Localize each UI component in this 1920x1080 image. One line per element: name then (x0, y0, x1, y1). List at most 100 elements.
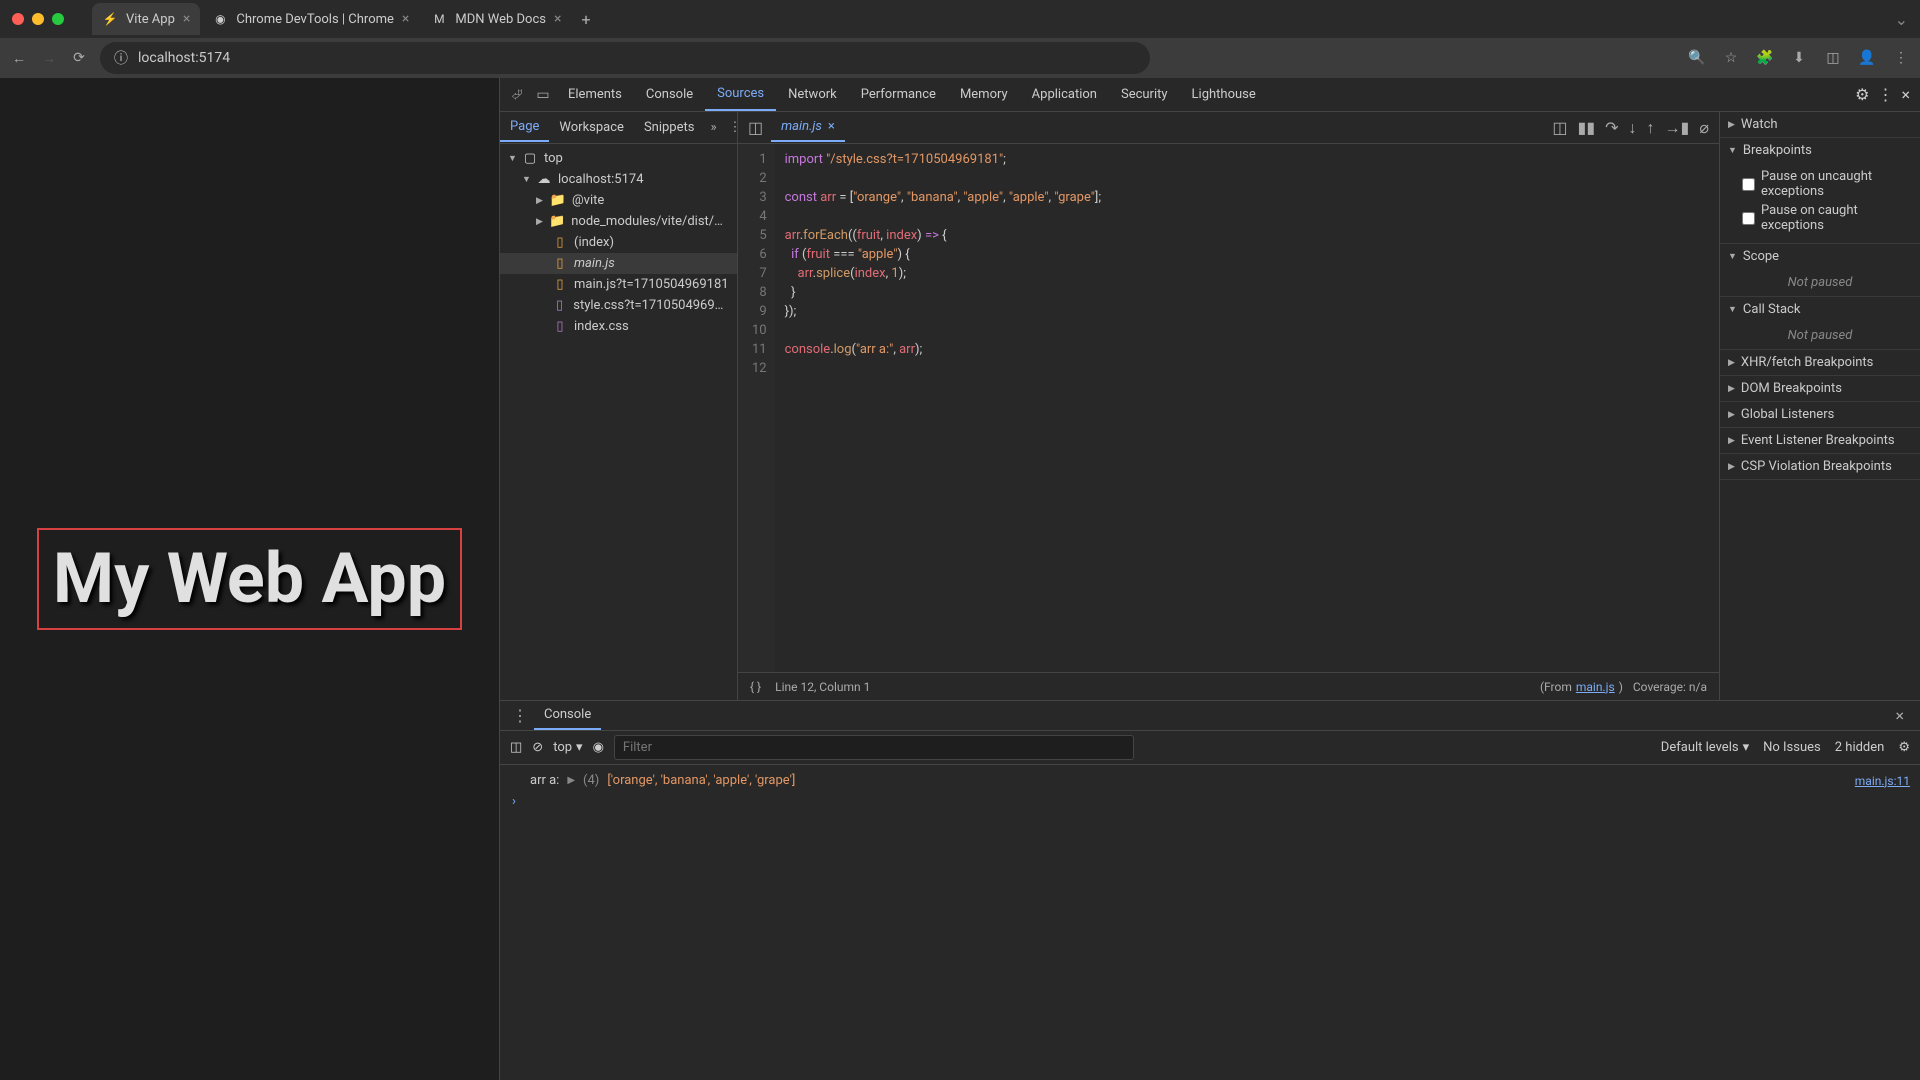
reload-button[interactable]: ⟳ (70, 49, 88, 67)
browser-tab-devtools[interactable]: ◉ Chrome DevTools | Chrome × (202, 3, 419, 35)
drawer-menu-icon[interactable]: ⋮ (506, 706, 534, 725)
device-toolbar-icon[interactable]: ▭ (530, 87, 556, 103)
more-icon[interactable]: ⋮ (1877, 85, 1893, 104)
editor-file-tab[interactable]: main.js × (771, 113, 845, 142)
profile-icon[interactable]: 👤 (1858, 49, 1876, 67)
section-label: DOM Breakpoints (1741, 381, 1842, 396)
section-watch[interactable]: ▶Watch (1720, 112, 1920, 138)
tree-file-indexcss[interactable]: ▯ index.css (500, 316, 737, 337)
tab-elements[interactable]: Elements (556, 79, 634, 110)
settings-icon[interactable]: ⚙ (1855, 85, 1869, 104)
pause-caught-row[interactable]: Pause on caught exceptions (1742, 201, 1910, 235)
close-file-icon[interactable]: × (828, 119, 835, 134)
tree-node-top[interactable]: ▼ ▢ top (500, 148, 737, 169)
drawer-tab-console[interactable]: Console (534, 701, 601, 730)
tab-lighthouse[interactable]: Lighthouse (1180, 79, 1268, 110)
caret-down-icon: ▼ (508, 153, 516, 164)
tab-network[interactable]: Network (776, 79, 849, 110)
tab-memory[interactable]: Memory (948, 79, 1020, 110)
issues-label[interactable]: No Issues (1763, 740, 1821, 755)
pause-uncaught-row[interactable]: Pause on uncaught exceptions (1742, 167, 1910, 201)
downloads-icon[interactable]: ⬇ (1790, 49, 1808, 67)
checkbox[interactable] (1742, 178, 1755, 191)
section-toggle[interactable]: ▼Scope (1720, 244, 1920, 269)
console-settings-icon[interactable]: ⚙ (1898, 740, 1910, 755)
console-prompt[interactable]: › (510, 790, 1910, 813)
live-expression-icon[interactable]: ◉ (593, 740, 604, 755)
subtab-snippets[interactable]: Snippets (634, 114, 705, 141)
tree-file-mainjs-ts[interactable]: ▯ main.js?t=1710504969181 (500, 274, 737, 295)
step-out-icon[interactable]: ↑ (1647, 118, 1655, 138)
menu-icon[interactable]: ⋮ (1892, 49, 1910, 67)
tree-file-stylecss-ts[interactable]: ▯ style.css?t=1710504969181 (500, 295, 737, 316)
clear-console-icon[interactable]: ⊘ (532, 740, 543, 755)
pause-icon[interactable]: ▮▮ (1578, 118, 1596, 138)
file-label: style.css?t=1710504969181 (573, 298, 729, 313)
deactivate-breakpoints-icon[interactable]: ⌀ (1699, 118, 1709, 138)
pretty-print-icon[interactable]: { } (750, 680, 761, 694)
subtab-page[interactable]: Page (500, 113, 549, 142)
sidepanel-icon[interactable]: ◫ (1824, 49, 1842, 67)
close-tab-icon[interactable]: × (554, 11, 561, 27)
tab-security[interactable]: Security (1109, 79, 1180, 110)
close-tab-icon[interactable]: × (402, 11, 409, 27)
section-csp-bp[interactable]: ▶CSP Violation Breakpoints (1720, 454, 1920, 480)
section-xhr[interactable]: ▶XHR/fetch Breakpoints (1720, 350, 1920, 376)
tree-file-index[interactable]: ▯ (index) (500, 232, 737, 253)
back-button[interactable]: ← (10, 49, 28, 67)
tree-file-mainjs[interactable]: ▯ main.js (500, 253, 737, 274)
minimize-window-button[interactable] (32, 13, 44, 25)
footer-from-link[interactable]: main.js (1576, 680, 1615, 694)
code-editor[interactable]: 123456789101112 import "/style.css?t=171… (738, 144, 1719, 672)
page-viewport: My Web App (0, 78, 500, 1080)
inspect-element-icon[interactable]: ⮰ (504, 87, 530, 103)
section-dom[interactable]: ▶DOM Breakpoints (1720, 376, 1920, 402)
section-toggle[interactable]: ▼Breakpoints (1720, 138, 1920, 163)
bookmark-icon[interactable]: ☆ (1722, 49, 1740, 67)
close-drawer-icon[interactable]: × (1885, 706, 1914, 725)
checkbox[interactable] (1742, 212, 1755, 225)
tab-performance[interactable]: Performance (849, 79, 948, 110)
toggle-navigator-icon[interactable]: ◫ (748, 118, 763, 137)
console-filter-input[interactable] (614, 735, 1134, 760)
tree-node-nodemodules[interactable]: ▶ 📁 node_modules/vite/dist/client (500, 211, 737, 232)
file-tree: ▼ ▢ top ▼ ☁ localhost:5174 ▶ 📁 @vite (500, 144, 737, 700)
subtab-workspace[interactable]: Workspace (549, 114, 634, 141)
new-tab-button[interactable]: + (573, 10, 598, 29)
forward-button[interactable]: → (40, 49, 58, 67)
step-into-icon[interactable]: ↓ (1629, 118, 1637, 138)
address-bar[interactable]: ⓘ localhost:5174 (100, 42, 1150, 74)
extensions-icon[interactable]: 🧩 (1756, 49, 1774, 67)
tree-node-host[interactable]: ▼ ☁ localhost:5174 (500, 169, 737, 190)
site-info-icon[interactable]: ⓘ (114, 48, 128, 68)
hidden-label[interactable]: 2 hidden (1835, 740, 1885, 755)
tab-application[interactable]: Application (1020, 79, 1109, 110)
log-row[interactable]: arr a: ▶ (4) ['orange', 'banana', 'apple… (510, 771, 1910, 790)
context-select[interactable]: top ▾ (553, 740, 582, 755)
section-event-listener-bp[interactable]: ▶Event Listener Breakpoints (1720, 428, 1920, 454)
section-toggle[interactable]: ▼Call Stack (1720, 297, 1920, 322)
close-window-button[interactable] (12, 13, 24, 25)
tree-node-vite[interactable]: ▶ 📁 @vite (500, 190, 737, 211)
tab-overflow-button[interactable]: ⌄ (1895, 10, 1908, 29)
editor-file-name: main.js (781, 119, 822, 134)
console-output[interactable]: arr a: ▶ (4) ['orange', 'banana', 'apple… (500, 765, 1920, 1080)
tab-sources[interactable]: Sources (705, 78, 776, 111)
section-global-listeners[interactable]: ▶Global Listeners (1720, 402, 1920, 428)
expand-caret-icon[interactable]: ▶ (567, 775, 575, 786)
maximize-window-button[interactable] (52, 13, 64, 25)
toggle-debugger-icon[interactable]: ◫ (1552, 118, 1567, 138)
section-label: Watch (1741, 117, 1778, 132)
close-devtools-icon[interactable]: × (1901, 85, 1910, 104)
log-source-link[interactable]: main.js:11 (1855, 774, 1910, 788)
browser-tab-mdn[interactable]: M MDN Web Docs × (421, 3, 571, 35)
step-over-icon[interactable]: ↷ (1605, 118, 1618, 138)
more-tabs-icon[interactable]: » (706, 120, 720, 135)
step-icon[interactable]: →▮ (1665, 118, 1690, 138)
levels-select[interactable]: Default levels ▾ (1661, 740, 1749, 755)
close-tab-icon[interactable]: × (183, 11, 190, 27)
browser-tab-vite[interactable]: ⚡ Vite App × (92, 3, 200, 35)
zoom-icon[interactable]: 🔍 (1688, 49, 1706, 67)
tab-console[interactable]: Console (634, 79, 705, 110)
toggle-sidebar-icon[interactable]: ◫ (510, 740, 522, 755)
